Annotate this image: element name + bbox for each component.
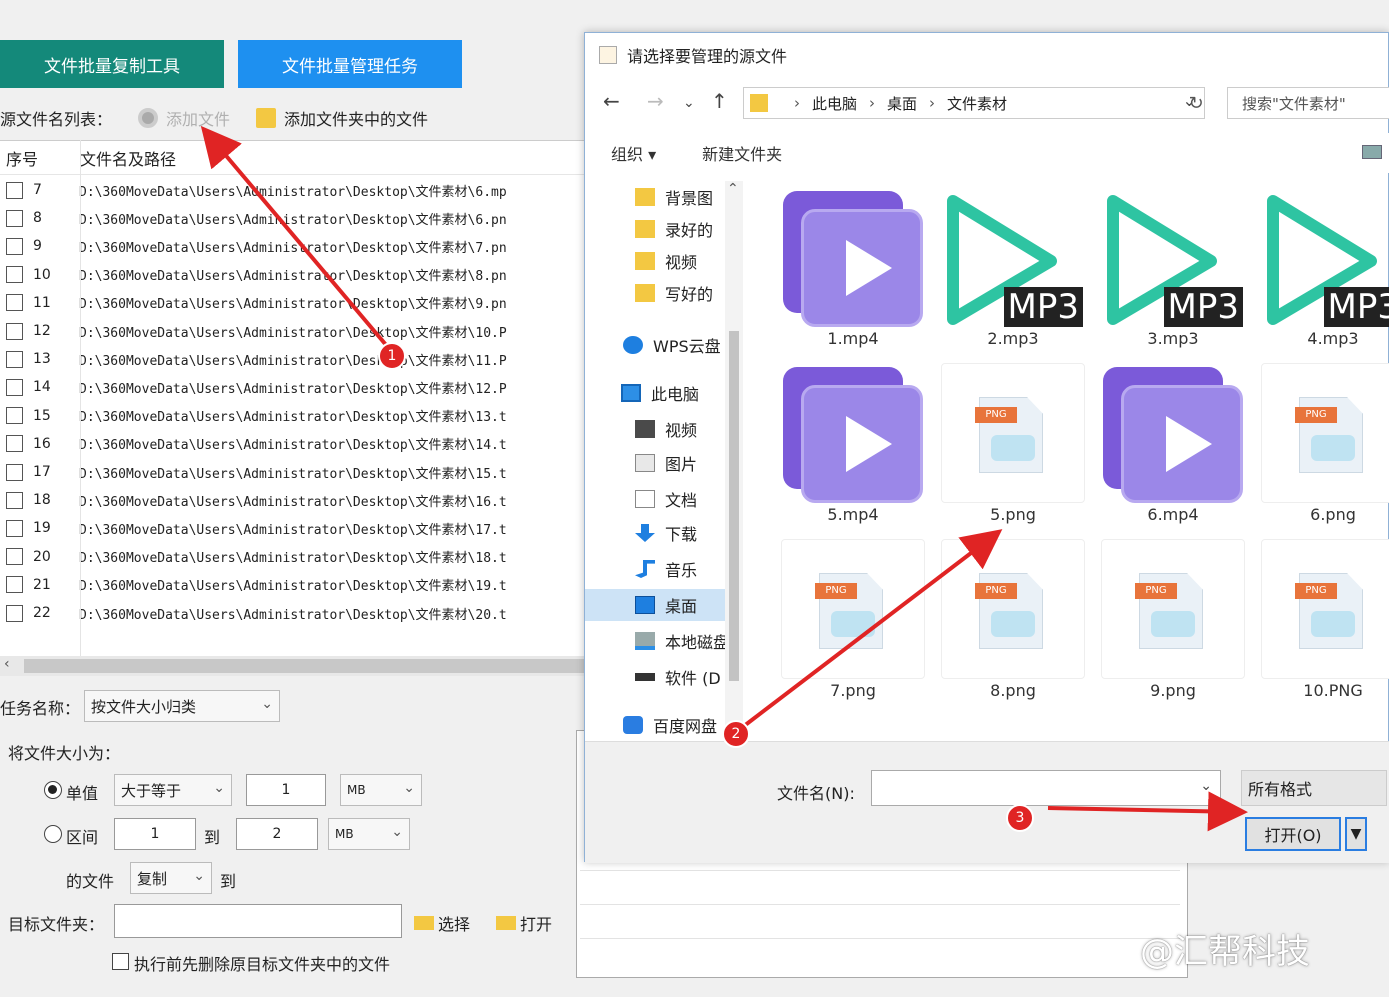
annotation-badge-3: 3 — [1006, 804, 1034, 832]
watermark: @汇帮科技 — [1140, 932, 1310, 972]
annotation-badge-1: 1 — [378, 342, 406, 370]
arrow-to-add-file — [200, 125, 394, 354]
annotation-badge-2: 2 — [722, 720, 750, 748]
annotation-arrows — [200, 125, 1248, 832]
arrow-to-file — [742, 529, 1003, 728]
arrow-to-open-button — [1047, 791, 1248, 832]
